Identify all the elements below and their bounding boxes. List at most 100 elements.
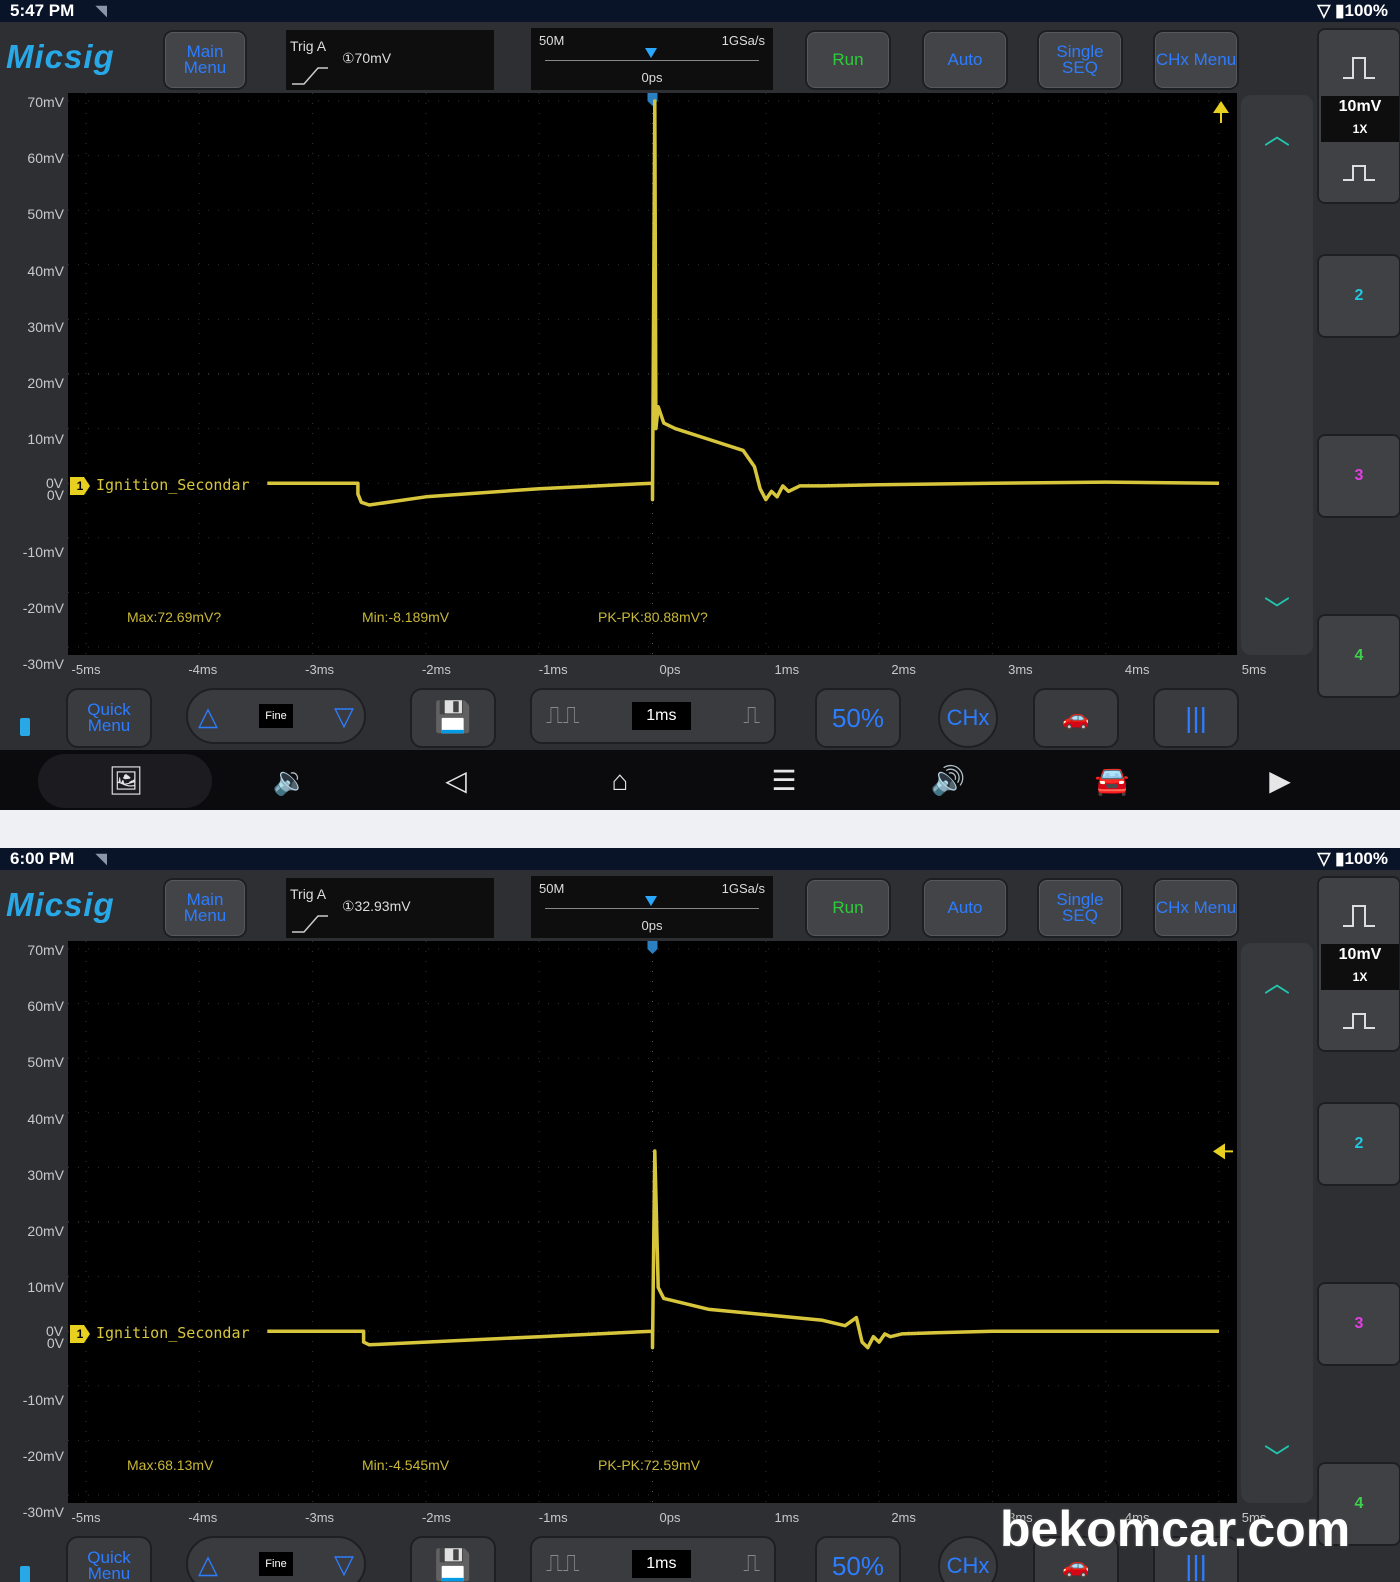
trigger-level-marker[interactable] [1213, 1143, 1233, 1160]
decrease-icon[interactable]: ▽ [334, 1551, 354, 1577]
memory-depth: 50M [539, 881, 565, 896]
fine-adjust-control[interactable]: △ Fine ▽ [186, 688, 366, 744]
y-axis-label: -10mV [22, 543, 64, 560]
main-menu-button[interactable]: Main Menu [163, 878, 247, 938]
car-diagnostics-icon[interactable]: 🚘 [1092, 764, 1132, 798]
timebase-increase-icon[interactable]: ⎍ [743, 1552, 760, 1576]
y-axis-label: 60mV [27, 150, 64, 167]
y-axis-label: 70mV [27, 942, 64, 958]
car-icon: 🚗 [1062, 1553, 1090, 1578]
y-axis-label: 10mV [27, 1279, 64, 1296]
channel-3-button[interactable]: 3 [1317, 434, 1400, 518]
vertical-scroll[interactable]: ︿ ﹀ [1241, 943, 1313, 1503]
y-axis-label: -30mV [22, 656, 64, 672]
battery-icon: ▮ [1335, 1, 1345, 20]
screen-record-icon[interactable]: ▶ [1260, 764, 1300, 798]
chx-button[interactable]: CHx [938, 688, 998, 748]
trigger-level-marker[interactable] [1213, 101, 1229, 123]
menu-icon[interactable]: ☰ [764, 764, 804, 798]
timebase-info[interactable]: 50M 1GSa/s 0ps [531, 28, 773, 90]
pulse-icon [1343, 1013, 1375, 1029]
save-icon: 💾 [434, 1549, 472, 1582]
volts-div: 10mV [1338, 98, 1382, 115]
volts-div: 10mV [1338, 946, 1382, 963]
volume-up-icon[interactable]: 🔊 [928, 764, 968, 798]
x-axis-label: -4ms [188, 1510, 218, 1525]
x-axis-label: 2ms [891, 1510, 916, 1525]
quick-menu-button[interactable]: Quick Menu [66, 688, 152, 748]
fifty-percent-button[interactable]: 50% [815, 1536, 901, 1582]
pulse-icon [1343, 57, 1375, 79]
pulse-icon [1343, 905, 1375, 927]
run-button[interactable]: Run [805, 30, 891, 90]
single-seq-button[interactable]: Single SEQ [1037, 30, 1123, 90]
home-icon[interactable]: ⌂ [600, 764, 640, 798]
x-axis-label: 2ms [891, 662, 916, 677]
quick-menu-button[interactable]: Quick Menu [66, 1536, 152, 1582]
auto-button[interactable]: Auto [922, 878, 1008, 938]
run-button[interactable]: Run [805, 878, 891, 938]
trigger-info[interactable]: Trig A ①70mV [286, 30, 494, 90]
timebase-control[interactable]: ⎍⎍ 1ms ⎍ [530, 688, 776, 744]
increase-icon[interactable]: △ [198, 703, 218, 729]
back-icon[interactable]: ◁ [436, 764, 476, 798]
vertical-scroll[interactable]: ︿ ﹀ [1241, 95, 1313, 655]
main-menu-button[interactable]: Main Menu [163, 30, 247, 90]
chx-button[interactable]: CHx [938, 1536, 998, 1582]
waveform-plot[interactable]: 0V 1 Ignition_Secondar Max:72.69mV? Min:… [46, 93, 1237, 655]
measure-pkpk: PK-PK:80.88mV? [598, 609, 708, 625]
chx-menu-button[interactable]: CHx Menu [1153, 30, 1239, 90]
status-time: 6:00 PM [10, 849, 75, 868]
waveform-svg [68, 941, 1237, 1503]
y-axis-label: -20mV [22, 599, 64, 616]
y-axis-label: 30mV [27, 1166, 64, 1183]
trigger-position-icon [645, 48, 657, 58]
volts-div-box[interactable]: 10mV 1X [1321, 944, 1399, 990]
scroll-down-icon[interactable]: ﹀ [1241, 1438, 1313, 1475]
rising-edge-icon [292, 67, 328, 85]
volts-div-box[interactable]: 10mV 1X [1321, 96, 1399, 142]
decrease-icon[interactable]: ▽ [334, 703, 354, 729]
trigger-time-marker[interactable] [647, 941, 658, 954]
channel-2-button[interactable]: 2 [1317, 254, 1400, 338]
timebase-decrease-icon[interactable]: ⎍⎍ [546, 1552, 580, 1576]
timebase-increase-icon[interactable]: ⎍ [743, 704, 760, 728]
scroll-up-icon[interactable]: ︿ [1241, 115, 1313, 152]
channel-name: Ignition_Secondar [96, 1324, 250, 1342]
channel-3-button[interactable]: 3 [1317, 1282, 1400, 1366]
save-button[interactable]: 💾 [410, 688, 496, 748]
trigger-position-icon [645, 896, 657, 906]
fine-adjust-control[interactable]: △ Fine ▽ [186, 1536, 366, 1582]
channel-1-button[interactable]: 10mV 1X [1317, 876, 1400, 1052]
x-axis-label: -1ms [538, 662, 568, 677]
timebase-control[interactable]: ⎍⎍ 1ms ⎍ [530, 1536, 776, 1582]
waveform-plot[interactable]: 0V 1 Ignition_Secondar Max:68.13mV Min:-… [46, 941, 1237, 1503]
measure-min: Min:-8.189mV [362, 609, 450, 625]
timebase-decrease-icon[interactable]: ⎍⎍ [546, 704, 580, 728]
save-button[interactable]: 💾 [410, 1536, 496, 1582]
channel-4-button[interactable]: 4 [1317, 614, 1400, 698]
auto-car-button[interactable]: 🚗 [1033, 688, 1119, 748]
status-right: ▽ ▮100% [1317, 849, 1388, 869]
horizontal-position: 0ps [641, 918, 663, 933]
x-axis-label: -3ms [305, 1510, 335, 1525]
sample-rate: 1GSa/s [721, 33, 765, 48]
channel-2-button[interactable]: 2 [1317, 1102, 1400, 1186]
volume-down-icon[interactable]: 🔉 [270, 764, 310, 798]
screenshot-icon[interactable]: 🖼 [106, 764, 146, 798]
scroll-down-icon[interactable]: ﹀ [1241, 590, 1313, 627]
battery-small-icon [20, 1566, 30, 1582]
wifi-icon: ▽ [1317, 1, 1331, 20]
status-time: 5:47 PM [10, 1, 75, 20]
channel-1-button[interactable]: 10mV 1X [1317, 28, 1400, 204]
single-seq-button[interactable]: Single SEQ [1037, 878, 1123, 938]
auto-button[interactable]: Auto [922, 30, 1008, 90]
cursor-button[interactable]: ||| [1153, 688, 1239, 748]
scroll-up-icon[interactable]: ︿ [1241, 963, 1313, 1000]
timebase-info[interactable]: 50M 1GSa/s 0ps [531, 876, 773, 938]
fifty-percent-button[interactable]: 50% [815, 688, 901, 748]
chx-menu-button[interactable]: CHx Menu [1153, 878, 1239, 938]
increase-icon[interactable]: △ [198, 1551, 218, 1577]
measure-max: Max:68.13mV [127, 1457, 214, 1473]
trigger-info[interactable]: Trig A ①32.93mV [286, 878, 494, 938]
